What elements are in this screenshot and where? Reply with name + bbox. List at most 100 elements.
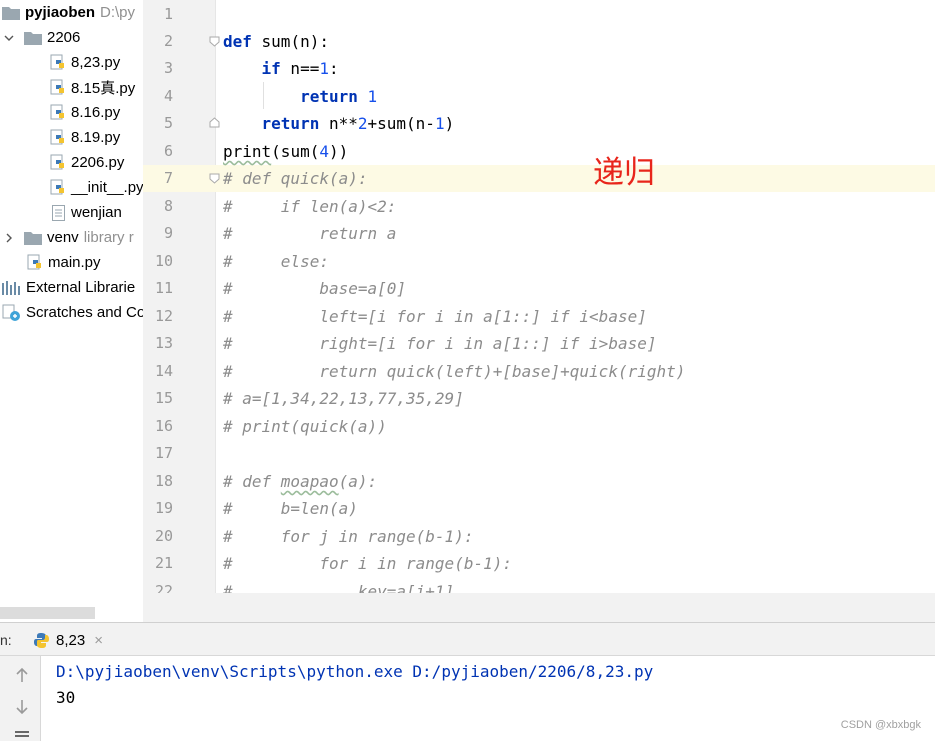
tree-file[interactable]: 8.16.py — [50, 100, 143, 125]
root-name: pyjiaoben — [25, 4, 96, 21]
library-icon — [2, 280, 21, 295]
tree-folder-2206[interactable]: 2206 — [2, 25, 143, 50]
line-number: 17 — [154, 444, 173, 462]
code-line[interactable]: print(sum(4)) — [223, 138, 348, 165]
fold-marker-icon[interactable] — [209, 173, 220, 184]
run-tab-label: 8,23 — [56, 631, 86, 649]
run-console[interactable]: D:\pyjiaoben\venv\Scripts\python.exe D:/… — [41, 656, 935, 741]
tree-file[interactable]: 8,23.py — [50, 50, 143, 75]
comment-line[interactable]: # def quick(a): — [223, 165, 368, 192]
tree-file[interactable]: 2206.py — [50, 150, 143, 175]
line-number: 8 — [163, 197, 173, 215]
line-number: 7 — [163, 169, 173, 187]
code-text: sum(n): — [251, 32, 329, 51]
line-number: 18 — [154, 472, 173, 490]
line-number: 19 — [154, 499, 173, 517]
tree-horizontal-scrollbar[interactable] — [0, 607, 95, 619]
line-number: 3 — [163, 59, 173, 77]
project-tree: pyjiaoben D:\py 2206 8,23.py 8.15真.py 8.… — [0, 0, 143, 622]
arrow-down-icon[interactable] — [13, 698, 31, 716]
watermark: CSDN @xbxbgk — [840, 719, 921, 731]
comment-line[interactable]: # key=a[i+1] — [223, 578, 454, 593]
line-number: 15 — [154, 389, 173, 407]
line-number: 1 — [163, 5, 173, 23]
code-text: n** — [319, 114, 358, 133]
comment-line[interactable]: # else: — [223, 248, 329, 275]
scratches-icon — [2, 304, 22, 322]
comment-line[interactable]: # def moapao(a): — [223, 468, 377, 495]
line-number: 9 — [163, 224, 173, 242]
handwritten-annotation: 递归 — [593, 155, 655, 191]
tree-external-libraries[interactable]: External Librarie — [2, 275, 143, 300]
typo-word: moapao — [280, 472, 339, 491]
comment-line[interactable]: # left=[i for i in a[1::] if i<base] — [223, 303, 647, 330]
comment-line[interactable]: # print(quick(a)) — [223, 413, 387, 440]
python-file-icon — [27, 254, 44, 271]
tree-file[interactable]: 8.19.py — [50, 125, 143, 150]
file-label: main.py — [48, 254, 101, 271]
python-icon — [33, 632, 50, 649]
comment-line[interactable]: # for i in range(b-1): — [223, 550, 512, 577]
tree-file[interactable]: __init__.py — [50, 175, 143, 200]
python-file-icon — [50, 79, 67, 96]
python-file-icon — [50, 104, 67, 121]
close-icon[interactable]: × — [94, 632, 103, 649]
line-number: 6 — [163, 142, 173, 160]
code-line[interactable]: if n==1: — [223, 55, 339, 82]
editor-horizontal-scrollbar[interactable] — [143, 593, 935, 622]
comment-line[interactable]: # if len(a)<2: — [223, 193, 396, 220]
comment-line[interactable]: # b=len(a) — [223, 495, 358, 522]
chevron-right-icon[interactable] — [2, 231, 16, 245]
builtin-print: print — [223, 142, 272, 161]
code-line[interactable]: return n**2+sum(n-1) — [223, 110, 455, 137]
code-text: )) — [328, 142, 349, 161]
keyword: def — [223, 32, 252, 51]
file-label: 8.16.py — [71, 104, 121, 121]
comment-line[interactable]: # return a — [223, 220, 396, 247]
fold-end-marker-icon[interactable] — [209, 117, 220, 128]
venv-label: venv — [47, 229, 79, 246]
comment-line[interactable]: # base=a[0] — [223, 275, 406, 302]
root-path: D:\py — [100, 4, 136, 21]
python-file-icon — [50, 129, 67, 146]
python-file-icon — [50, 154, 67, 171]
number-literal: 1 — [319, 59, 329, 78]
comment-line[interactable]: # a=[1,34,22,13,77,35,29] — [223, 385, 464, 412]
line-number: 12 — [154, 307, 173, 325]
comment-line[interactable]: # for j in range(b-1): — [223, 523, 473, 550]
line-number: 13 — [154, 334, 173, 352]
console-command-line: D:\pyjiaoben\venv\Scripts\python.exe D:/… — [56, 662, 654, 681]
arrow-up-icon[interactable] — [13, 666, 31, 684]
tree-root[interactable]: pyjiaoben D:\py — [2, 0, 143, 25]
soft-wrap-icon[interactable] — [13, 728, 31, 741]
tree-file[interactable]: 8.15真.py — [50, 75, 143, 100]
number-literal: 1 — [367, 87, 378, 106]
line-number: 2 — [163, 32, 173, 50]
code-text: n== — [280, 59, 320, 78]
line-number: 14 — [154, 362, 173, 380]
keyword: return — [261, 114, 320, 133]
python-file-icon — [50, 179, 67, 196]
line-number: 4 — [163, 87, 173, 105]
folder-icon — [24, 31, 42, 45]
line-number: 22 — [154, 582, 173, 593]
comment-line[interactable]: # right=[i for i in a[1::] if i>base] — [223, 330, 656, 357]
comment-text: # def — [223, 472, 281, 491]
file-label: wenjian — [71, 204, 122, 221]
number-literal: 4 — [319, 142, 329, 161]
venv-hint: library r — [83, 229, 134, 246]
run-tab[interactable]: 8,23 × — [33, 627, 103, 653]
fold-marker-icon[interactable] — [209, 36, 220, 47]
run-panel-header: n: 8,23 × — [0, 622, 935, 656]
tree-folder-venv[interactable]: venv library r — [2, 225, 143, 250]
tree-file-main[interactable]: main.py — [27, 250, 143, 275]
chevron-down-icon[interactable] — [2, 31, 16, 45]
line-number: 20 — [154, 527, 173, 545]
code-line[interactable]: return 1 — [223, 83, 377, 110]
code-line[interactable]: def sum(n): — [223, 28, 329, 55]
tree-file[interactable]: wenjian — [52, 200, 143, 225]
tree-scratches[interactable]: Scratches and Co — [2, 300, 143, 325]
comment-line[interactable]: # return quick(left)+[base]+quick(right) — [223, 358, 685, 385]
number-literal: 1 — [434, 114, 445, 133]
line-number: 11 — [154, 279, 173, 297]
